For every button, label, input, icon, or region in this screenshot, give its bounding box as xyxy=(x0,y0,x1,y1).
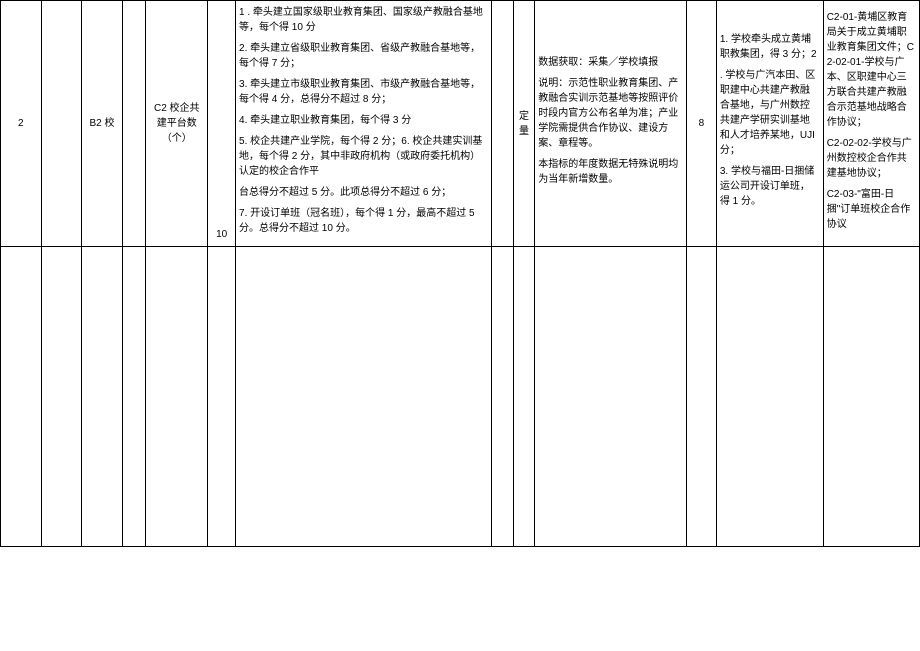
source-line: 说明：示范性职业教育集团、产教融合实训示范基地等按照评价时段内官方公布名单为准；… xyxy=(538,76,683,151)
ref-line: C2-03-"富田-日捆"订单班校企合作协议 xyxy=(827,187,916,232)
detail-line: . 学校与广汽本田、区职建中心共建产教融合基地，与广州数控共建产学研实训基地和人… xyxy=(720,68,820,158)
criteria-line: 4. 牵头建立职业教育集团，每个得 3 分 xyxy=(239,113,488,128)
cell-empty xyxy=(492,247,513,547)
ref-line: C2-02-02-学校与广州数控校企合作共建基地协议； xyxy=(827,136,916,181)
detail-line: 3. 学校与福田-日捆储运公司开设订单班，得 1 分。 xyxy=(720,164,820,209)
criteria-line: 5. 校企共建产业学院，每个得 2 分；6. 校企共建实训基地，每个得 2 分，… xyxy=(239,134,488,179)
cell-empty xyxy=(41,247,82,547)
cell-empty xyxy=(122,247,146,547)
cell-empty xyxy=(1,247,42,547)
cell-num: 10 xyxy=(208,1,236,247)
criteria-line: 2. 牵头建立省级职业教育集团、省级产教融合基地等，每个得 7 分； xyxy=(239,41,488,71)
evaluation-table: 2 B2 校 C2 校企共建平台数（个） 10 1 . 牵头建立国家级职业教育集… xyxy=(0,0,920,547)
table-row: 2 B2 校 C2 校企共建平台数（个） 10 1 . 牵头建立国家级职业教育集… xyxy=(1,1,920,247)
cell-empty xyxy=(122,1,146,247)
cell-empty xyxy=(823,247,919,547)
table-row-blank xyxy=(1,247,920,547)
criteria-line: 3. 牵头建立市级职业教育集团、市级产教融合基地等，每个得 4 分，总得分不超过… xyxy=(239,77,488,107)
criteria-line: 7. 开设订单班（冠名班），每个得 1 分，最高不超过 5 分。总得分不超过 1… xyxy=(239,206,488,236)
cell-empty xyxy=(208,247,236,547)
cell-empty xyxy=(513,247,534,547)
cell-empty xyxy=(82,247,123,547)
cell-ref: C2-01-黄埔区教育局关于成立黄埔职业教育集团文件；C2-02-01-学校与广… xyxy=(823,1,919,247)
cell-empty xyxy=(146,247,208,547)
cell-empty xyxy=(686,247,716,547)
cell-detail: 1. 学校牵头成立黄埔职教集团，得 3 分；2 . 学校与广汽本田、区职建中心共… xyxy=(716,1,823,247)
cell-source: 数据获取：采集／学校填报 说明：示范性职业教育集团、产教融合实训示范基地等按照评… xyxy=(535,1,687,247)
cell-empty xyxy=(236,247,492,547)
criteria-line: 台总得分不超过 5 分。此项总得分不超过 6 分； xyxy=(239,185,488,200)
cell-empty xyxy=(535,247,687,547)
cell-blank xyxy=(492,1,513,247)
cell-empty xyxy=(41,1,82,247)
cell-b-code: B2 校 xyxy=(82,1,123,247)
cell-empty xyxy=(716,247,823,547)
cell-index: 2 xyxy=(1,1,42,247)
criteria-line: 1 . 牵头建立国家级职业教育集团、国家级产教融合基地等，每个得 10 分 xyxy=(239,5,488,35)
cell-ding: 定量 xyxy=(513,1,534,247)
ref-line: C2-01-黄埔区教育局关于成立黄埔职业教育集团文件；C2-02-01-学校与广… xyxy=(827,10,916,130)
detail-line: 1. 学校牵头成立黄埔职教集团，得 3 分；2 xyxy=(720,32,820,62)
cell-c-code: C2 校企共建平台数（个） xyxy=(146,1,208,247)
cell-criteria: 1 . 牵头建立国家级职业教育集团、国家级产教融合基地等，每个得 10 分 2.… xyxy=(236,1,492,247)
source-line: 数据获取：采集／学校填报 xyxy=(538,55,683,70)
cell-score: 8 xyxy=(686,1,716,247)
source-line: 本指标的年度数据无特殊说明均为当年新增数量。 xyxy=(538,157,683,187)
